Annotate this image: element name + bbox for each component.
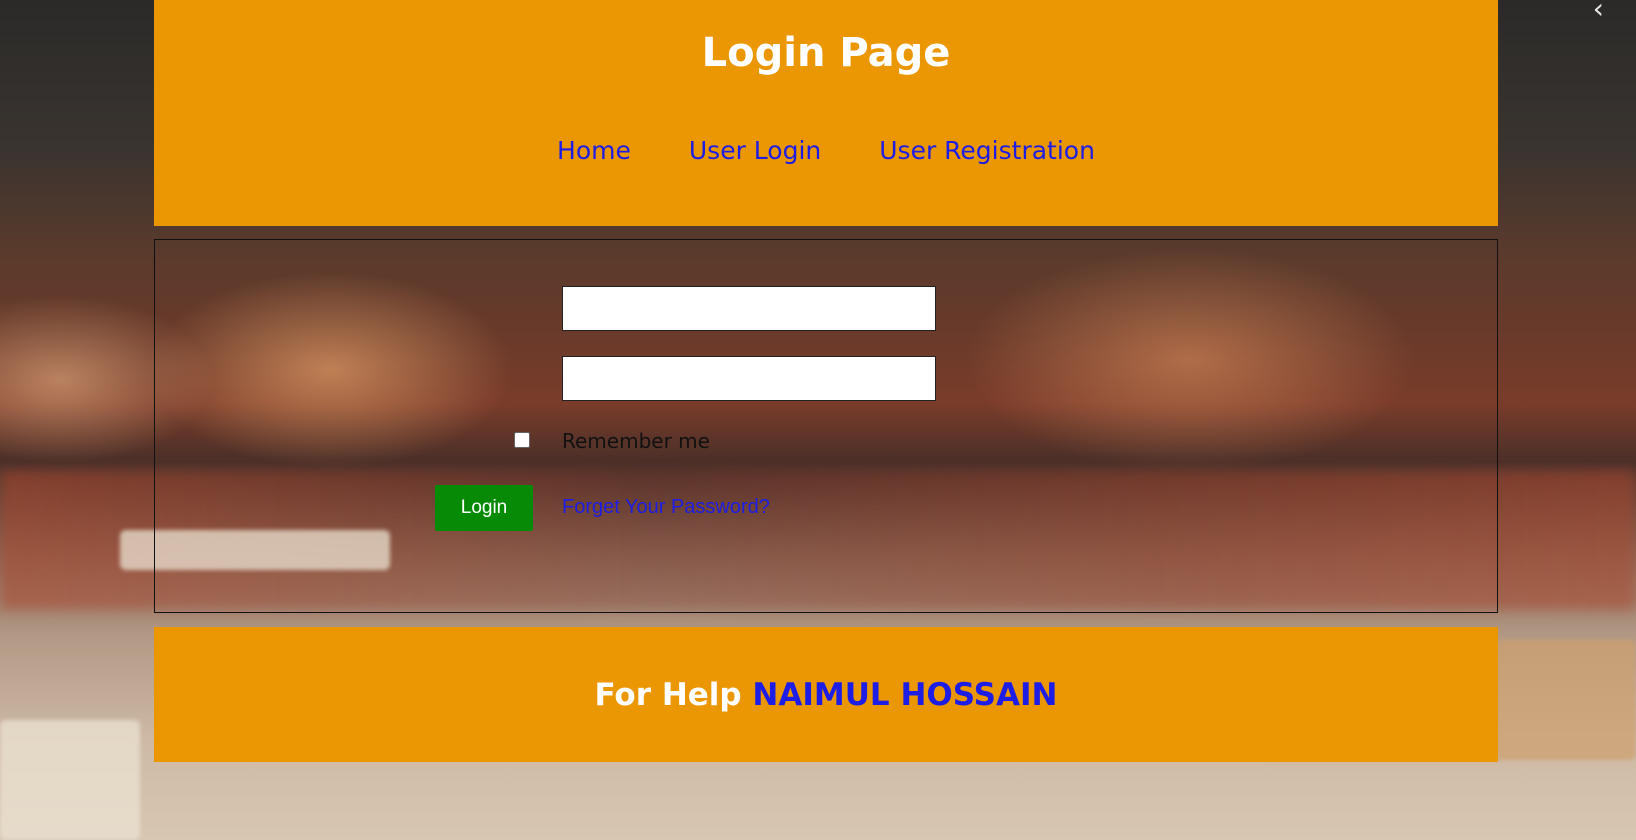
footer-help-line: For Help NAIMUL HOSSAIN: [154, 677, 1498, 713]
forget-password-link[interactable]: Forget Your Password?: [562, 496, 770, 519]
password-field[interactable]: [562, 356, 936, 401]
chevron-left-icon: ‹: [1592, 0, 1604, 25]
main-nav: Home User Login User Registration: [154, 136, 1498, 165]
nav-user-login-link[interactable]: User Login: [689, 136, 821, 165]
footer-help-text: For Help: [594, 677, 742, 713]
nav-user-registration-link[interactable]: User Registration: [879, 136, 1095, 165]
footer-contact-name: NAIMUL HOSSAIN: [752, 677, 1058, 713]
background-table-left: [0, 720, 140, 840]
remember-me-checkbox[interactable]: [514, 432, 530, 448]
header: Login Page Home User Login User Registra…: [154, 0, 1498, 226]
nav-home-link[interactable]: Home: [557, 136, 631, 165]
login-button[interactable]: Login: [435, 485, 533, 531]
footer: For Help NAIMUL HOSSAIN: [154, 627, 1498, 762]
remember-me-label: Remember me: [562, 429, 710, 453]
page-title: Login Page: [701, 30, 951, 76]
email-field[interactable]: [562, 286, 936, 331]
login-form: Email Password Remember me Login Forget …: [154, 239, 1498, 613]
